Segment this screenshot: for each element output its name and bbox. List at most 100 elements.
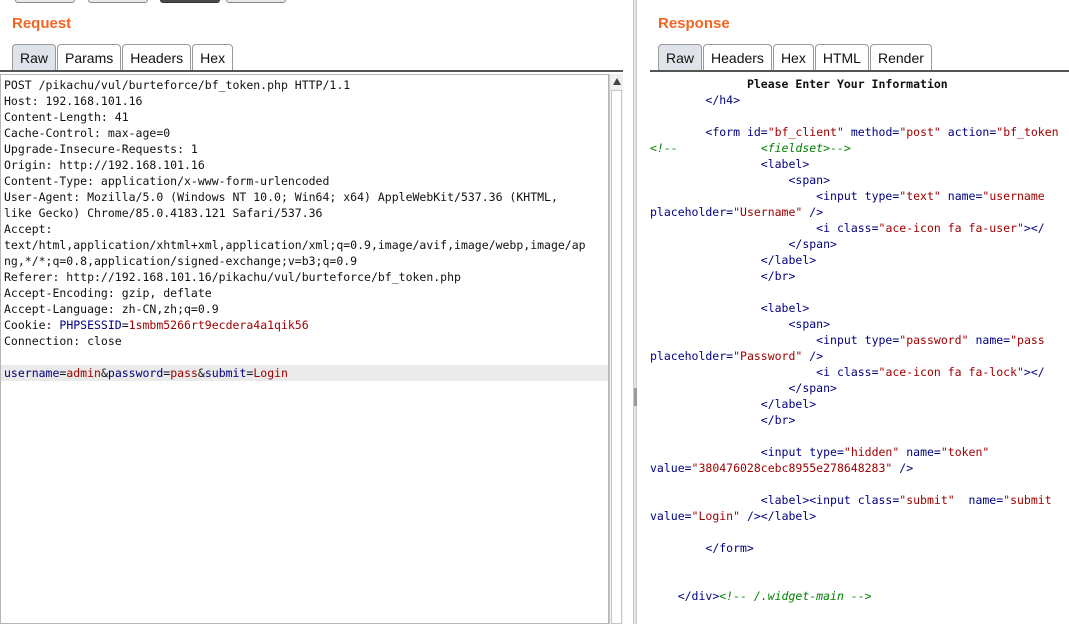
response-line: </br> [650,412,1069,428]
response-line: <i class="ace-icon fa fa-lock"></ [816,365,1045,379]
comment: <!-- /.widget-main --> [719,589,872,603]
request-line: like Gecko) Chrome/85.0.4183.121 Safari/… [4,206,323,220]
tab-raw[interactable]: Raw [12,44,57,70]
attr-value: "text" [899,189,941,203]
response-line: <span> [650,172,1069,188]
tag: <span> [788,317,831,331]
response-line: </div><!-- /.widget-main --> [650,588,1069,604]
pane-divider[interactable] [633,0,637,624]
request-line: Accept-Language: zh-CN,zh;q=0.9 [4,302,219,316]
scroll-up-icon[interactable] [613,78,621,85]
request-line: Accept-Encoding: gzip, deflate [4,286,212,300]
response-line: <span> [650,316,1069,332]
tag: </div> [677,589,720,603]
request-line: Content-Type: application/x-www-form-url… [4,174,330,188]
attr-value: "bf_token [996,125,1059,139]
tab-params[interactable]: Params [57,44,122,70]
tag: <label> [760,301,810,315]
response-line: </form> [650,540,1069,556]
cookie-value: 1smbm5266rt9ecdera4a1qik56 [128,318,309,332]
response-editor[interactable]: Please Enter Your Information </h4> <for… [650,76,1069,604]
tab-hex[interactable]: Hex [192,44,234,70]
tag: </label> [760,397,817,411]
response-line: <input type="hidden" name="token" [760,445,990,459]
request-line: Host: 192.168.101.16 [4,94,143,108]
request-line: Referer: http://192.168.101.16/pikachu/v… [4,270,461,284]
param-value: admin [66,366,101,380]
request-line: ng,*/*;q=0.8,application/signed-exchange… [4,254,358,268]
request-line: POST /pikachu/vul/burteforce/bf_token.ph… [4,78,351,92]
attr-value: "ace-icon fa fa-lock" [878,365,1024,379]
response-line: placeholder="Password" /> [650,349,824,363]
response-line [650,572,1069,588]
response-line: <input type="text" name="username [816,189,1045,203]
response-line: placeholder="Username" /> [650,205,824,219]
response-line: <label><input class="submit" name="submi… [760,493,1052,507]
response-line [650,476,1069,492]
tab-hex[interactable]: Hex [772,44,814,70]
request-line: text/html,application/xhtml+xml,applicat… [4,238,586,252]
tab-headers[interactable]: Headers [122,44,192,70]
attr-value: "post" [899,125,941,139]
tab-raw[interactable]: Raw [658,44,703,70]
tag: </span> [788,237,837,251]
attr-value: "bf_client" [767,125,844,139]
tag: </br> [760,269,796,283]
attr-value: "pass [1010,333,1045,347]
tab-underline [0,70,623,72]
tag: </label> [760,253,817,267]
response-line: value="380476028cebc8955e278648283" /> [650,461,914,475]
response-line [650,284,1069,300]
response-line: <i class="ace-icon fa fa-user"></ [816,221,1045,235]
attr-value: "ace-icon fa fa-user" [878,221,1024,235]
response-line: <label> [650,156,1069,172]
response-line [650,556,1069,572]
attr-value: "submit" [899,493,955,507]
request-line: Accept: [4,222,53,236]
request-editor[interactable]: POST /pikachu/vul/burteforce/bf_token.ph… [0,74,609,624]
cookie-label: Cookie: [4,318,60,332]
tab-render[interactable]: Render [869,44,932,70]
attr-value: "hidden" [843,445,900,459]
attr-value: "username [982,189,1045,203]
response-line: value="Login" /></label> [650,509,817,523]
request-line: Upgrade-Insecure-Requests: 1 [4,142,198,156]
tag: <span> [788,173,831,187]
param-key: username [4,366,60,380]
response-line: </span> [650,236,1069,252]
param-value: pass [170,366,198,380]
tag: </span> [788,381,837,395]
token-value: "380476028cebc8955e278648283" [691,461,893,475]
response-line: <input type="password" name="pass [816,333,1045,347]
response-line: Please Enter Your Information [650,76,1069,92]
tab-html[interactable]: HTML [814,44,869,70]
tab-underline [650,70,1069,72]
response-line [650,108,1069,124]
request-scrollbar[interactable] [609,74,623,624]
response-line: </br> [650,268,1069,284]
heading-text: Please Enter Your Information [746,77,948,91]
tag: </br> [760,413,796,427]
attr-value: "Password" [733,349,803,363]
request-title: Request [12,15,72,32]
response-line: </label> [650,252,1069,268]
scroll-thumb[interactable] [611,90,622,624]
cookie-line: Cookie: PHPSESSID=1smbm5266rt9ecdera4a1q… [4,318,309,332]
tab-headers[interactable]: Headers [703,44,772,70]
tag: </h4> [705,93,741,107]
attr-value: "password" [899,333,969,347]
attr-value: "Login" [691,509,741,523]
attr-value: "token" [940,445,990,459]
attr-value: "Username" [733,205,803,219]
request-line: Cache-Control: max-age=0 [4,126,171,140]
cookie-name: PHPSESSID [59,318,122,332]
attr-value: "submit [1003,493,1052,507]
request-line: Connection: close [4,334,122,348]
divider-grip-icon[interactable] [634,388,637,406]
request-line: Origin: http://192.168.101.16 [4,158,205,172]
response-line: </span> [650,380,1069,396]
response-line: </label> [650,396,1069,412]
request-body-line: username=admin&password=pass&submit=Logi… [1,365,608,381]
response-line: <!-- <fieldset>--> [650,140,1069,156]
